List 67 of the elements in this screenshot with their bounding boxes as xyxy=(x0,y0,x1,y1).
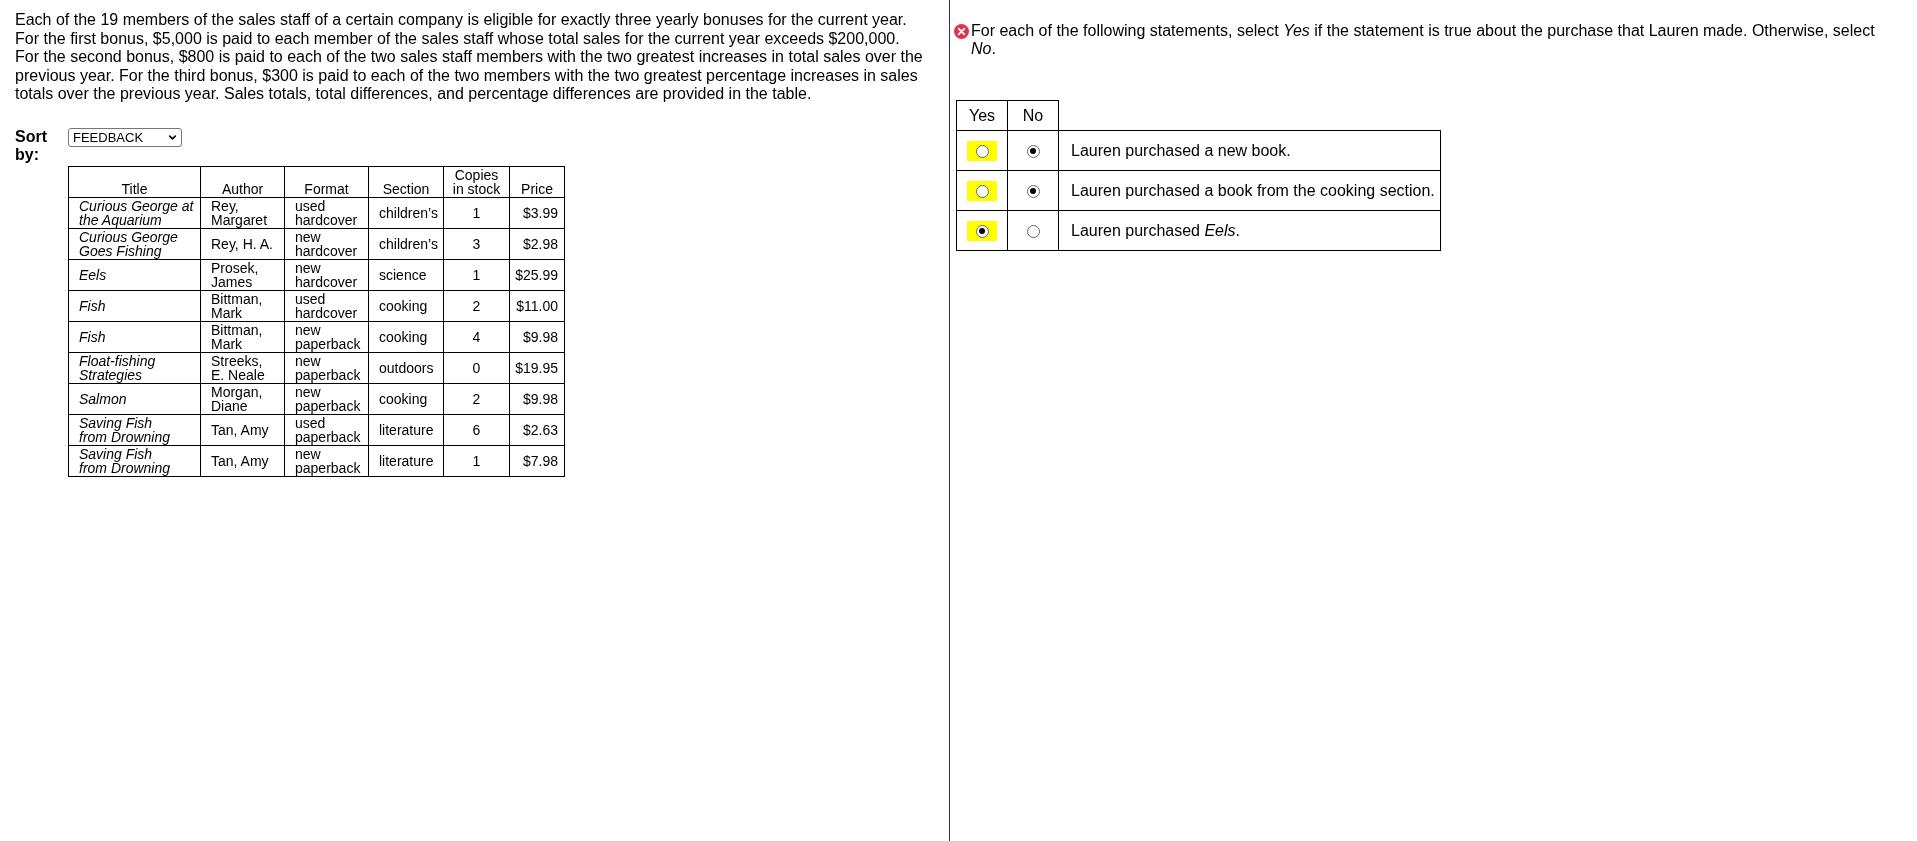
table-cell: $2.98 xyxy=(509,228,565,259)
table-cell: Morgan, Diane xyxy=(200,383,285,414)
table-cell: cooking xyxy=(368,383,444,414)
table-cell: literature xyxy=(368,414,444,445)
table-cell: $19.95 xyxy=(509,352,565,383)
table-cell: Eels xyxy=(68,259,201,290)
table-cell: $3.99 xyxy=(509,197,565,228)
table-cell: 4 xyxy=(443,321,510,352)
table-cell: Fish xyxy=(68,321,201,352)
table-cell: Tan, Amy xyxy=(200,445,285,476)
table-cell: 1 xyxy=(443,445,510,476)
table-cell: 3 xyxy=(443,228,510,259)
table-cell: cooking xyxy=(368,321,444,352)
table-cell: Tan, Amy xyxy=(200,414,285,445)
radio-button[interactable] xyxy=(1026,144,1040,158)
table-cell: 0 xyxy=(443,352,510,383)
table-cell: 1 xyxy=(443,259,510,290)
table-cell: Curious George at the Aquarium xyxy=(68,197,201,228)
table-cell: Bittman, Mark xyxy=(200,290,285,321)
statement-text: Lauren purchased Eels. xyxy=(1071,221,1240,239)
table-cell: Prosek, James xyxy=(200,259,285,290)
table-cell: $9.98 xyxy=(509,383,565,414)
table-cell: 6 xyxy=(443,414,510,445)
table-cell: Bittman, Mark xyxy=(200,321,285,352)
table-cell: Rey, Margaret xyxy=(200,197,285,228)
column-header: Price xyxy=(509,166,565,197)
table-cell: children’s xyxy=(368,228,444,259)
radio-button[interactable] xyxy=(1026,224,1040,238)
table-cell: Saving Fish from Drowning xyxy=(68,445,201,476)
table-cell: 1 xyxy=(443,197,510,228)
question-prompt: For each of the following statements, select Yes if the statement is true about the purchase that Lauren made. Otherwise, select No. xyxy=(971,22,1876,58)
radio-button[interactable] xyxy=(975,224,989,238)
table-cell: children’s xyxy=(368,197,444,228)
column-header: No xyxy=(1007,100,1059,131)
sort-label: Sort by: xyxy=(15,127,48,165)
sort-dropdown[interactable]: FEEDBACK xyxy=(68,127,182,147)
column-header: Yes xyxy=(956,100,1008,131)
table-cell: cooking xyxy=(368,290,444,321)
table-cell: Fish xyxy=(68,290,201,321)
table-cell: outdoors xyxy=(368,352,444,383)
radio-button[interactable] xyxy=(975,184,989,198)
table-cell: $25.99 xyxy=(509,259,565,290)
table-cell: Salmon xyxy=(68,383,201,414)
table-cell: $7.98 xyxy=(509,445,565,476)
radio-button[interactable] xyxy=(975,144,989,158)
table-cell: $11.00 xyxy=(509,290,565,321)
column-header: Title xyxy=(68,166,201,197)
table-cell: Float-fishing Strategies xyxy=(68,352,201,383)
table-cell: $9.98 xyxy=(509,321,565,352)
column-header: Copies in stock xyxy=(443,166,510,197)
table-cell: science xyxy=(368,259,444,290)
radio-button[interactable] xyxy=(1026,184,1040,198)
table-cell: new paperback xyxy=(284,445,369,476)
table-cell: 2 xyxy=(443,383,510,414)
statement-text: Lauren purchased a new book. xyxy=(1071,141,1291,159)
statement-text: Lauren purchased a book from the cooking section. xyxy=(1071,181,1435,199)
table-cell: Rey, H. A. xyxy=(200,228,285,259)
column-header: Format xyxy=(284,166,369,197)
table-cell: Streeks, E. Neale xyxy=(200,352,285,383)
column-header: Section xyxy=(368,166,444,197)
table-cell: Saving Fish from Drowning xyxy=(68,414,201,445)
table-cell: literature xyxy=(368,445,444,476)
column-header: Author xyxy=(200,166,285,197)
table-cell: Curious George Goes Fishing xyxy=(68,228,201,259)
table-cell: 2 xyxy=(443,290,510,321)
table-cell: $2.63 xyxy=(509,414,565,445)
problem-text: Each of the 19 members of the sales staff of a certain company is eligible for exactly three yearly bonuses for the current year. For the first bonus, $5,000 is paid to each member of the sales staff whose total sales for the current year exceeds $200,000. For the second bonus, $800 is paid to each of the two sales staff members with the two greatest increases in total sales over the previous year. For the third bonus, $300 is paid to each of the two members with the two greatest percentage increases in sales totals over the previous year. Sales totals, total differences, and percentage differences are provided in the table. xyxy=(15,11,924,104)
